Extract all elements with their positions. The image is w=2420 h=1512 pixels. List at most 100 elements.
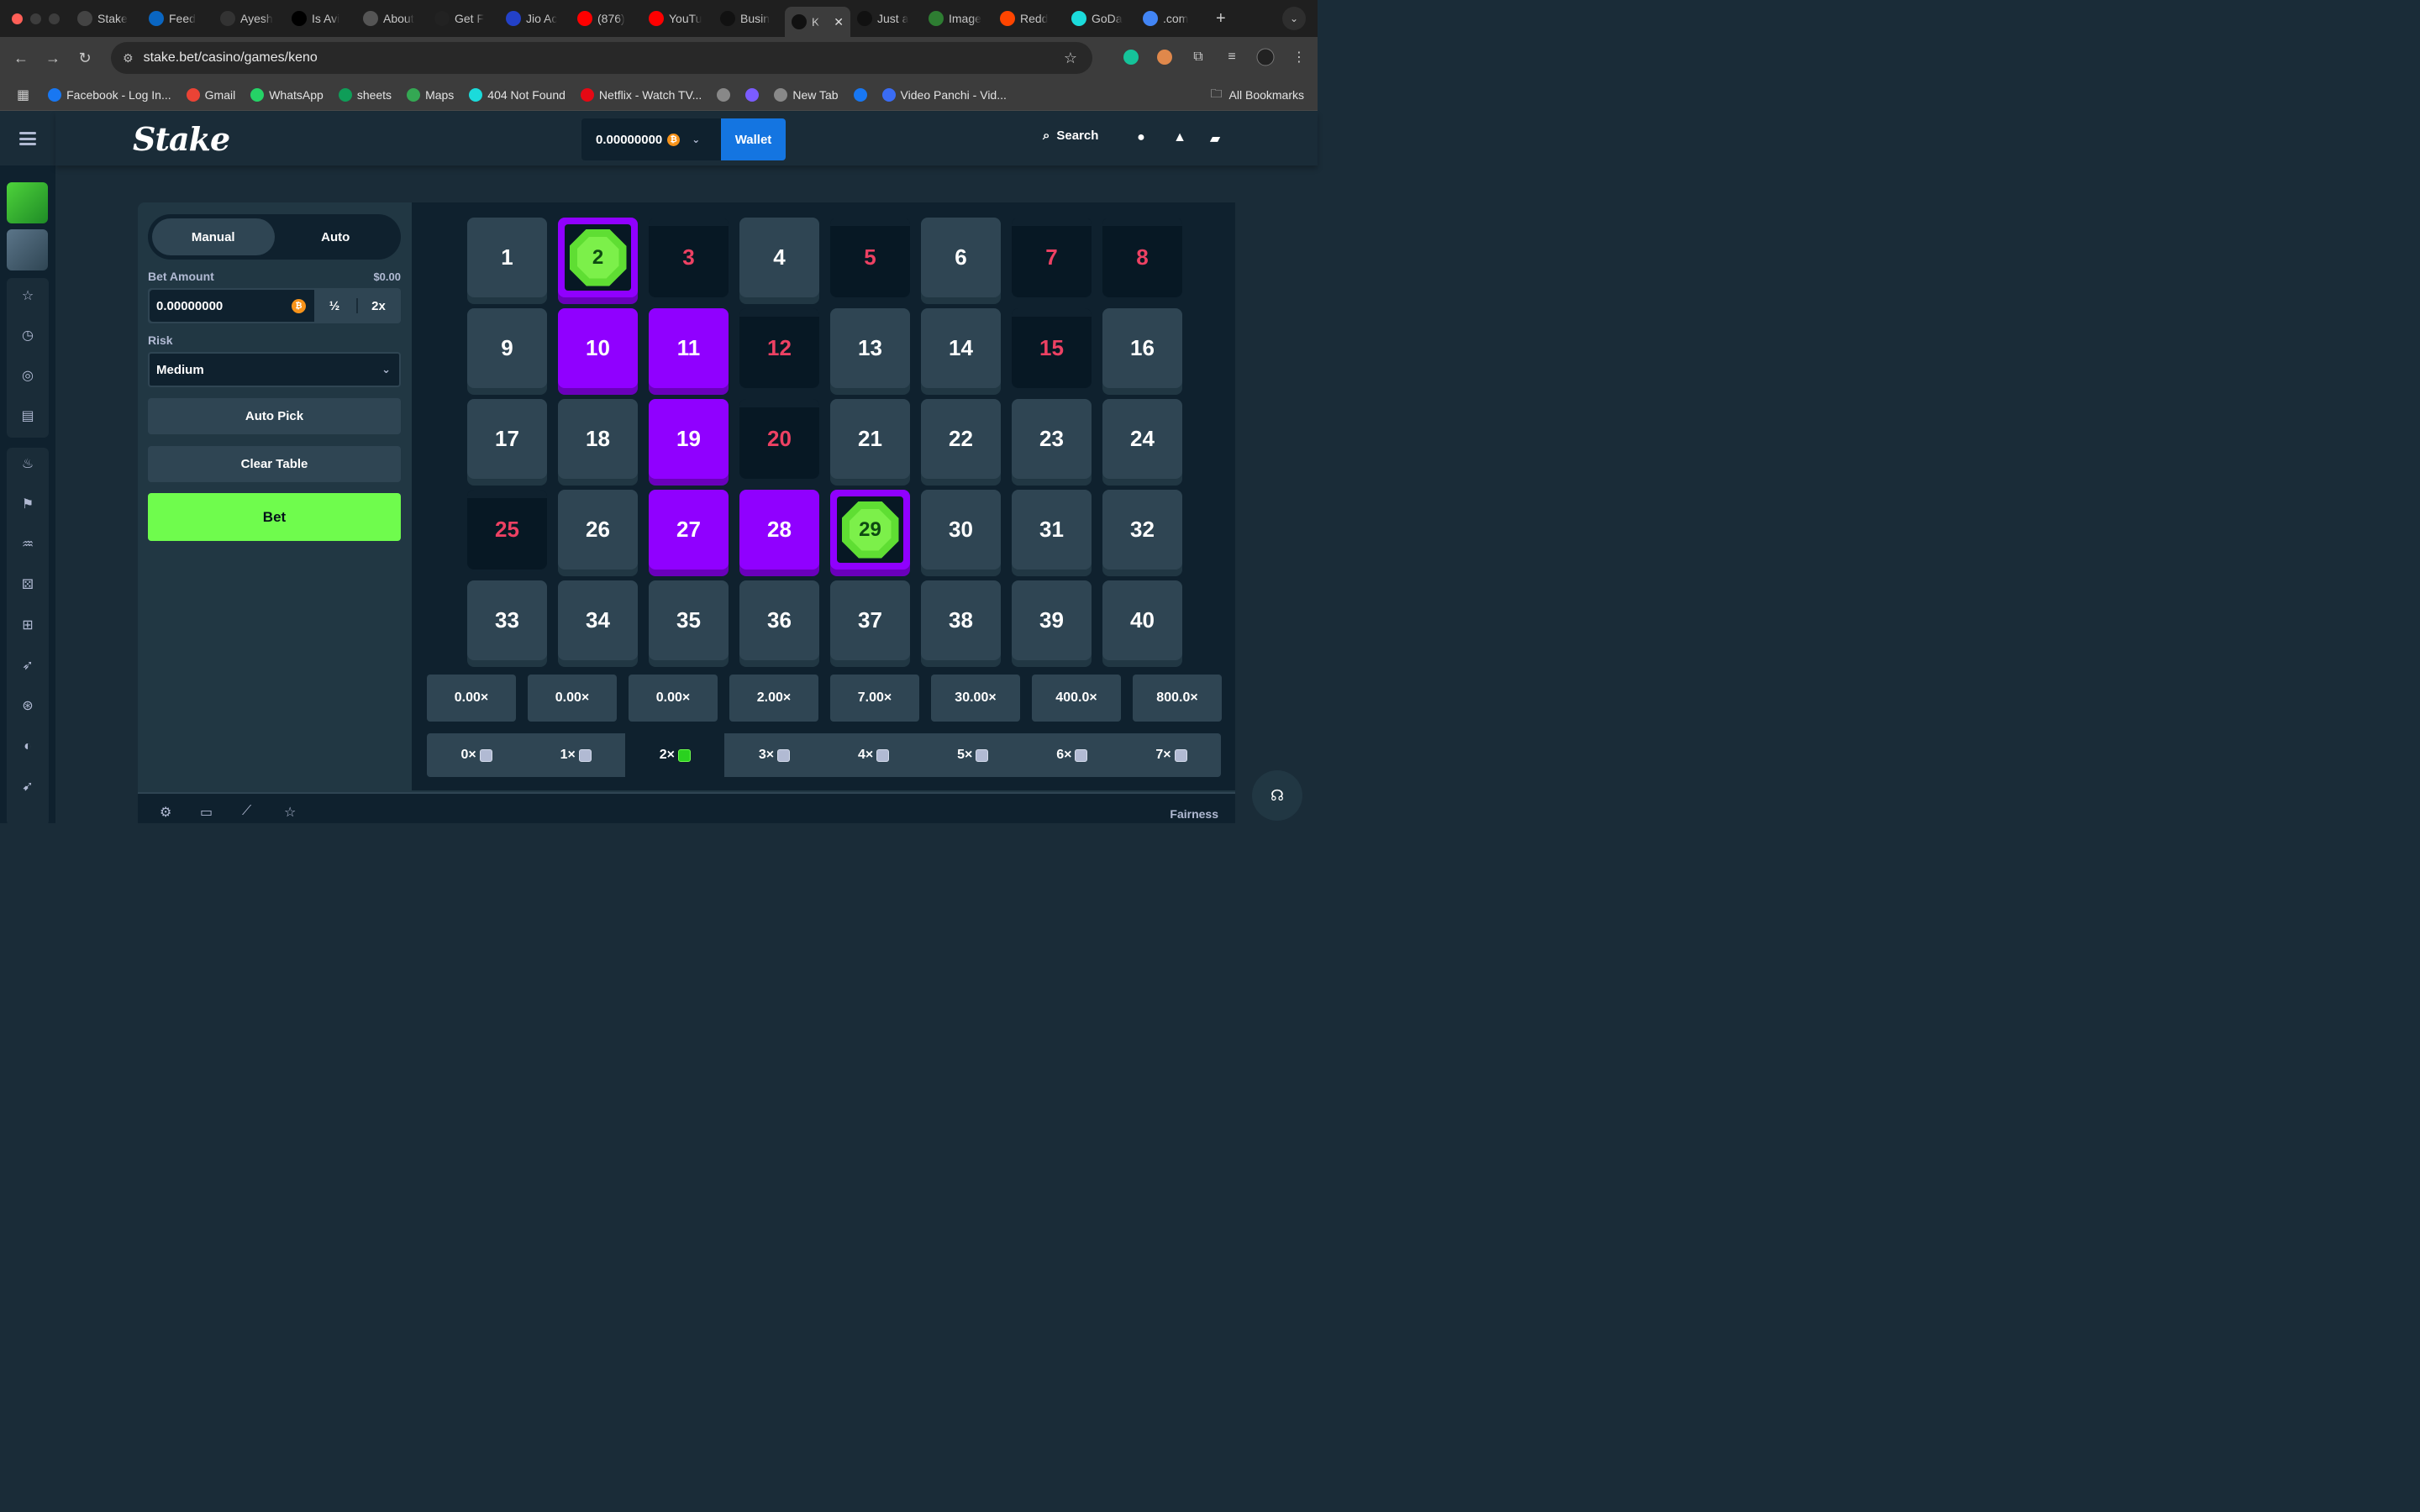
keno-tile[interactable]: 36 — [739, 580, 819, 660]
keno-tile[interactable]: 13 — [830, 308, 910, 388]
keno-tile[interactable]: 39 — [1012, 580, 1092, 660]
bookmark-item[interactable]: sheets — [338, 87, 392, 102]
browser-tab[interactable]: Get F — [428, 4, 499, 33]
keno-tile[interactable]: 30 — [921, 490, 1001, 570]
theatre-mode-icon[interactable]: ▭ — [200, 804, 213, 821]
keno-tile[interactable]: 7 — [1012, 218, 1092, 297]
bookmark-item[interactable]: Maps — [407, 87, 454, 102]
minimize-window-button[interactable] — [30, 13, 41, 24]
keno-tile[interactable]: 14 — [921, 308, 1001, 388]
keno-tile[interactable]: 29 — [830, 490, 910, 570]
keno-tile[interactable]: 9 — [467, 308, 547, 388]
bookmark-item[interactable] — [717, 87, 731, 102]
keno-tile[interactable]: 28 — [739, 490, 819, 570]
clear-table-button[interactable]: Clear Table — [148, 446, 401, 482]
keno-tile[interactable]: 23 — [1012, 399, 1092, 479]
browser-tab[interactable]: .com — [1136, 4, 1207, 33]
keno-tile[interactable]: 25 — [467, 490, 547, 570]
browser-tab[interactable]: About — [356, 4, 428, 33]
favourite-star-icon[interactable]: ☆ — [284, 804, 296, 821]
hit-count-cell[interactable]: 2× — [625, 733, 725, 777]
browser-tab[interactable]: Feed — [142, 4, 213, 33]
apps-grid-icon[interactable]: ▦ — [17, 87, 29, 103]
keno-tile[interactable]: 32 — [1102, 490, 1182, 570]
keno-tile[interactable]: 6 — [921, 218, 1001, 297]
my-bets-icon[interactable]: ▤ — [18, 407, 37, 426]
keno-tile[interactable]: 40 — [1102, 580, 1182, 660]
hit-count-cell[interactable]: 5× — [923, 733, 1023, 777]
browser-tab[interactable]: Jio Ac — [499, 4, 571, 33]
keno-tile[interactable]: 35 — [649, 580, 729, 660]
browser-tab[interactable]: Ayesh — [213, 4, 285, 33]
bookmark-item[interactable]: Gmail — [186, 87, 235, 102]
extensions-puzzle-icon[interactable]: ⧉ — [1188, 47, 1208, 67]
browser-tab[interactable]: Redd — [993, 4, 1065, 33]
keno-tile[interactable]: 19 — [649, 399, 729, 479]
risk-select[interactable]: Medium ⌄ — [148, 352, 401, 387]
browser-tab[interactable]: K ✕ — [785, 7, 850, 37]
maximize-window-button[interactable] — [49, 13, 60, 24]
bookmark-item[interactable]: WhatsApp — [250, 87, 324, 102]
url-bar[interactable]: ⚙ stake.bet/casino/games/keno ☆ — [111, 42, 1092, 74]
tab-auto[interactable]: Auto — [275, 218, 397, 255]
double-bet-button[interactable]: 2x — [358, 290, 399, 322]
back-button[interactable]: ← — [5, 50, 37, 67]
stake-logo[interactable]: Stake — [133, 120, 230, 158]
sports-thumb[interactable] — [7, 229, 48, 270]
hit-count-cell[interactable]: 0× — [427, 733, 526, 777]
color-extension-icon[interactable] — [1155, 47, 1175, 67]
site-info-icon[interactable]: ⚙ — [123, 51, 134, 66]
keno-tile[interactable]: 10 — [558, 308, 638, 388]
keno-tile[interactable]: 26 — [558, 490, 638, 570]
hit-count-cell[interactable]: 7× — [1122, 733, 1221, 777]
keno-tile[interactable]: 8 — [1102, 218, 1182, 297]
half-bet-button[interactable]: ½ — [314, 290, 355, 322]
auto-pick-button[interactable]: Auto Pick — [148, 398, 401, 434]
hit-count-cell[interactable]: 3× — [724, 733, 823, 777]
bookmark-item[interactable]: Video Panchi - Vid... — [881, 87, 1007, 102]
keno-tile[interactable]: 20 — [739, 399, 819, 479]
game-shows-icon[interactable]: ◐ — [18, 738, 37, 756]
media-control-icon[interactable]: ≡ — [1222, 47, 1242, 67]
casino-thumb[interactable] — [7, 182, 48, 223]
originals-icon[interactable]: ♒ — [18, 536, 37, 554]
keno-tile[interactable]: 38 — [921, 580, 1001, 660]
hit-count-cell[interactable]: 4× — [824, 733, 923, 777]
browser-tab[interactable]: Is Avi — [285, 4, 356, 33]
keno-tile[interactable]: 37 — [830, 580, 910, 660]
keno-tile[interactable]: 3 — [649, 218, 729, 297]
keno-tile[interactable]: 1 — [467, 218, 547, 297]
chat-icon[interactable]: ▰ — [1207, 130, 1223, 147]
keno-tile[interactable]: 5 — [830, 218, 910, 297]
keno-tile[interactable]: 33 — [467, 580, 547, 660]
live-casino-icon[interactable]: ⊛ — [18, 697, 37, 716]
all-bookmarks[interactable]: 🗀 All Bookmarks — [1211, 85, 1304, 105]
browser-tab[interactable]: Busin — [713, 4, 785, 33]
keno-tile[interactable]: 18 — [558, 399, 638, 479]
new-tab-button[interactable]: + — [1216, 9, 1226, 29]
close-window-button[interactable] — [12, 13, 23, 24]
bookmark-item[interactable] — [853, 87, 867, 102]
promotions-gift-icon[interactable]: ⊞ — [18, 617, 37, 635]
browser-tab[interactable]: Image — [922, 4, 993, 33]
keno-tile[interactable]: 17 — [467, 399, 547, 479]
keno-tile[interactable]: 27 — [649, 490, 729, 570]
settings-icon[interactable]: ⚙ — [160, 804, 171, 821]
bookmark-star-icon[interactable]: ☆ — [1064, 50, 1077, 67]
keno-tile[interactable]: 12 — [739, 308, 819, 388]
hot-icon[interactable]: ♨ — [18, 455, 37, 474]
close-tab-icon[interactable]: ✕ — [834, 15, 844, 29]
new-releases-icon[interactable]: ➹ — [18, 778, 37, 796]
bookmark-item[interactable]: Netflix - Watch TV... — [580, 87, 702, 102]
hit-count-cell[interactable]: 1× — [526, 733, 625, 777]
forward-button[interactable]: → — [37, 50, 69, 67]
bookmark-item[interactable]: 404 Not Found — [469, 87, 566, 102]
recent-icon[interactable]: ◷ — [18, 327, 37, 345]
slots-icon[interactable]: ⚄ — [18, 576, 37, 595]
browser-tab[interactable]: Stake — [71, 4, 142, 33]
bet-button[interactable]: Bet — [148, 493, 401, 541]
favourites-icon[interactable]: ☆ — [18, 287, 37, 306]
keno-tile[interactable]: 34 — [558, 580, 638, 660]
notifications-bell-icon[interactable]: ▲ — [1171, 130, 1188, 147]
keno-tile[interactable]: 4 — [739, 218, 819, 297]
